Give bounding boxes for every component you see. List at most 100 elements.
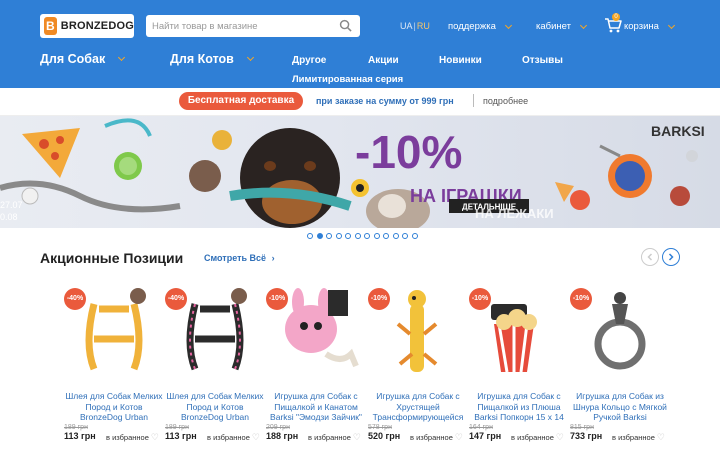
product-name[interactable]: Шлея для Собак Мелких Пород и Котов Bron… <box>64 391 164 423</box>
banner-discount-text: -10% <box>355 126 462 178</box>
prev-button[interactable] <box>641 248 659 266</box>
price: 733 грн <box>570 431 603 441</box>
add-to-favorites[interactable]: в избранное ♡ <box>308 432 361 443</box>
search-icon[interactable] <box>339 19 352 32</box>
chevron-right-icon: › <box>271 253 275 263</box>
cart-menu[interactable]: корзина <box>624 21 675 32</box>
banner-date-2: 0.08 <box>0 212 18 222</box>
carousel-dot[interactable] <box>373 233 380 239</box>
product-name[interactable]: Игрушка для Собак с Пищалкой и Канатом B… <box>266 391 366 423</box>
cabinet-menu[interactable]: кабинет <box>536 21 588 32</box>
product-name[interactable]: Шлея для Собак Мелких Пород и Котов Bron… <box>165 391 265 423</box>
search-input[interactable] <box>146 16 331 36</box>
free-delivery-badge: Бесплатная доставка <box>179 92 303 110</box>
logo[interactable]: B BRONZEDOG <box>40 14 134 38</box>
nav-reviews[interactable]: Отзывы <box>522 55 563 66</box>
chevron-down-icon <box>667 21 675 29</box>
nav-cats-label: Для Котов <box>170 52 234 66</box>
banner-brand: BARKSI <box>651 123 705 139</box>
price: 188 грн <box>266 431 299 441</box>
price: 147 грн <box>469 431 502 441</box>
cabinet-label: кабинет <box>536 21 571 32</box>
discount-badge: -40% <box>64 288 86 310</box>
old-price: 578 грн <box>368 424 392 431</box>
discount-badge: -10% <box>368 288 390 310</box>
favorites-label: в избранное <box>612 433 655 442</box>
heart-icon: ♡ <box>251 432 260 442</box>
chevron-down-icon <box>246 53 254 62</box>
banner-art: -10% НА ІГРАШКИ ДЕТАЛЬНІШЕ НА ЛЕЖАКИ BAR… <box>0 116 720 228</box>
lang-ua[interactable]: UA <box>400 21 413 31</box>
banner-date-1: 27.07 <box>0 200 23 210</box>
product-name[interactable]: Игрушка для Собак с Пищалкой из Плюша Ba… <box>469 391 569 423</box>
see-all-label: Смотреть Всё <box>204 253 267 263</box>
banner-ghost-text: НА ЛЕЖАКИ <box>475 206 554 221</box>
product-card[interactable]: -40% Шлея для Собак Мелких Пород и Котов … <box>165 284 265 444</box>
header: B BRONZEDOG UA|RU поддержка кабинет 0 ко… <box>0 0 720 88</box>
discount-badge: -10% <box>469 288 491 310</box>
support-label: поддержка <box>448 21 496 32</box>
delivery-condition: при заказе на сумму от 999 грн <box>316 96 454 106</box>
see-all-link[interactable]: Смотреть Всё › <box>204 253 275 263</box>
logo-text: BRONZEDOG <box>60 20 134 32</box>
carousel-dot[interactable] <box>383 233 389 239</box>
product-card[interactable]: -10% Игрушка для Собак с Хрустящей Трансф… <box>368 284 468 444</box>
nav-dogs-label: Для Собак <box>40 52 106 66</box>
add-to-favorites[interactable]: в избранное ♡ <box>207 432 260 443</box>
favorites-label: в избранное <box>106 433 149 442</box>
discount-badge: -10% <box>266 288 288 310</box>
lang-ru[interactable]: RU <box>417 21 430 31</box>
nav-limited[interactable]: Лимитированная серия <box>292 74 403 85</box>
nav-other[interactable]: Другое <box>292 55 326 66</box>
product-card[interactable]: -10% Игрушка для Собак с Пищалкой и Канат… <box>266 284 366 444</box>
carousel-dot[interactable] <box>354 233 361 239</box>
cart-count-badge: 0 <box>612 13 620 21</box>
favorites-label: в избранное <box>207 433 250 442</box>
discount-badge: -10% <box>570 288 592 310</box>
nav-cats[interactable]: Для Котов <box>170 52 254 66</box>
delivery-more-link[interactable]: подробнее <box>483 96 528 106</box>
favorites-label: в избранное <box>410 433 453 442</box>
add-to-favorites[interactable]: в избранное ♡ <box>106 432 159 443</box>
old-price: 189 грн <box>165 424 189 431</box>
chevron-right-icon <box>668 253 674 261</box>
promo-banner[interactable]: -10% НА ІГРАШКИ ДЕТАЛЬНІШЕ НА ЛЕЖАКИ BAR… <box>0 116 720 228</box>
divider <box>473 94 474 107</box>
heart-icon: ♡ <box>555 432 564 442</box>
carousel-dot[interactable] <box>307 233 313 239</box>
product-name[interactable]: Игрушка для Собак с Хрустящей Трансформи… <box>368 391 468 423</box>
product-card[interactable]: -10% Игрушка для Собак из Шнура Кольцо с … <box>570 284 670 444</box>
chevron-down-icon <box>579 21 588 29</box>
language-switch: UA|RU <box>400 21 430 31</box>
carousel-dot[interactable] <box>402 233 408 239</box>
favorites-label: в избранное <box>511 433 554 442</box>
carousel-dot[interactable] <box>411 233 418 239</box>
product-card[interactable]: -10% Игрушка для Собак с Пищалкой из Плюш… <box>469 284 569 444</box>
chevron-left-icon <box>647 253 653 261</box>
heart-icon: ♡ <box>352 432 361 442</box>
product-card[interactable]: -40% Шлея для Собак Мелких Пород и Котов … <box>64 284 164 444</box>
product-name[interactable]: Игрушка для Собак из Шнура Кольцо с Мягк… <box>570 391 670 423</box>
next-button[interactable] <box>662 248 680 266</box>
add-to-favorites[interactable]: в избранное ♡ <box>612 432 665 443</box>
heart-icon: ♡ <box>150 432 159 442</box>
carousel-dot[interactable] <box>345 233 351 239</box>
support-menu[interactable]: поддержка <box>448 21 512 32</box>
price: 520 грн <box>368 431 401 441</box>
nav-promos[interactable]: Акции <box>368 55 399 66</box>
old-price: 209 грн <box>266 424 290 431</box>
price: 113 грн <box>165 431 197 441</box>
delivery-strip: Бесплатная доставка при заказе на сумму … <box>0 88 720 116</box>
carousel-dot[interactable] <box>316 233 323 239</box>
nav-news[interactable]: Новинки <box>439 55 482 66</box>
nav-dogs[interactable]: Для Собак <box>40 52 126 66</box>
add-to-favorites[interactable]: в избранное ♡ <box>410 432 463 443</box>
add-to-favorites[interactable]: в избранное ♡ <box>511 432 564 443</box>
carousel-dot[interactable] <box>335 233 342 239</box>
heart-icon: ♡ <box>656 432 665 442</box>
carousel-dot[interactable] <box>326 233 332 239</box>
discount-badge: -40% <box>165 288 187 310</box>
carousel-dot[interactable] <box>392 233 399 239</box>
chevron-down-icon <box>118 53 126 62</box>
carousel-dot[interactable] <box>364 233 370 239</box>
